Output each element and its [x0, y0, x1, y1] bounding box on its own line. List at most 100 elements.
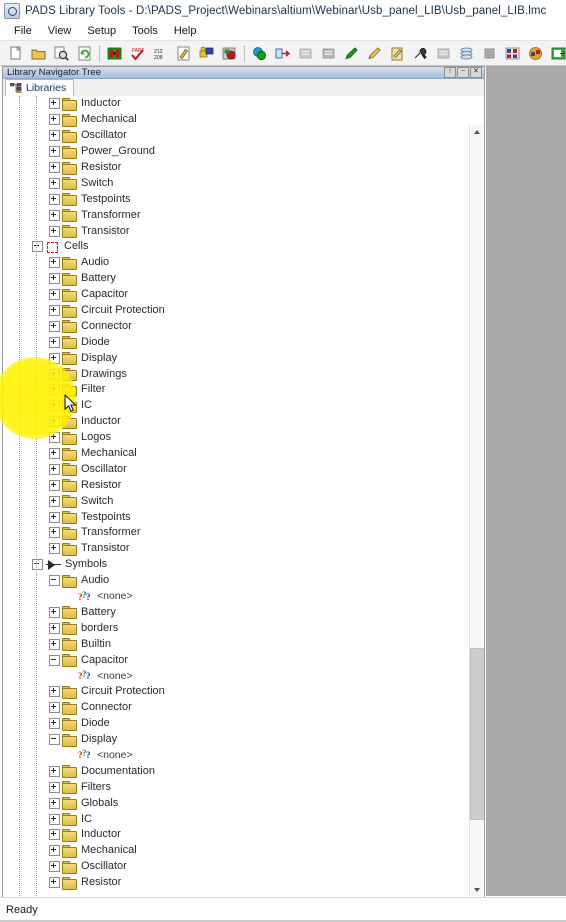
- expand-plus-icon[interactable]: [49, 543, 60, 555]
- tree-item-filter[interactable]: Filter: [3, 382, 470, 398]
- layers-button[interactable]: [456, 43, 477, 64]
- expand-plus-icon[interactable]: [49, 162, 60, 173]
- scroll-up-arrow[interactable]: [470, 125, 483, 138]
- pin-decal-button[interactable]: 212 208: [150, 43, 171, 64]
- expand-plus-icon[interactable]: [49, 114, 60, 126]
- tree-item-power-ground[interactable]: Power_Ground: [3, 144, 470, 160]
- yellow-pencil-button[interactable]: [364, 43, 385, 64]
- new-file-button[interactable]: [5, 43, 26, 64]
- clipboard-edit-button[interactable]: [387, 43, 408, 64]
- scrollbar-thumb[interactable]: [470, 648, 484, 821]
- tree-item-inductor[interactable]: Inductor: [3, 827, 470, 843]
- tree-item-transformer[interactable]: Transformer: [3, 525, 470, 541]
- export-green-button[interactable]: [548, 43, 566, 64]
- expand-plus-icon[interactable]: [49, 305, 60, 317]
- expand-plus-icon[interactable]: [49, 193, 60, 205]
- expand-plus-icon[interactable]: [49, 511, 60, 523]
- edit-part-button[interactable]: [173, 43, 194, 64]
- tree-item-switch[interactable]: Switch: [3, 175, 470, 191]
- tree-item-resistor[interactable]: Resistor: [3, 477, 470, 493]
- part-check-button[interactable]: PART: [127, 43, 148, 64]
- tree-item-testpoints[interactable]: Testpoints: [3, 509, 470, 525]
- expand-plus-icon[interactable]: [49, 177, 60, 189]
- tree-item-logos[interactable]: Logos: [3, 430, 470, 446]
- expand-plus-icon[interactable]: [49, 416, 60, 428]
- tree-item-connector[interactable]: Connector: [3, 700, 470, 716]
- expand-plus-icon[interactable]: [49, 877, 60, 889]
- tree-item-inductor[interactable]: Inductor: [3, 96, 470, 112]
- tree-item-transistor[interactable]: Transistor: [3, 541, 470, 557]
- refresh-button[interactable]: [74, 43, 95, 64]
- collapse-minus-icon[interactable]: [49, 654, 60, 666]
- tree-item-display[interactable]: Display: [3, 350, 470, 366]
- expand-plus-icon[interactable]: [49, 257, 60, 269]
- expand-plus-icon[interactable]: [49, 781, 60, 793]
- expand-plus-icon[interactable]: [49, 829, 60, 841]
- expand-plus-icon[interactable]: [49, 384, 60, 396]
- menu-item-tools[interactable]: Tools: [124, 24, 166, 38]
- expand-plus-icon[interactable]: [49, 320, 60, 332]
- tree-item-ic[interactable]: IC: [3, 398, 470, 414]
- menu-item-help[interactable]: Help: [166, 24, 205, 38]
- expand-plus-icon[interactable]: [49, 861, 60, 873]
- tree-item-resistor[interactable]: Resistor: [3, 875, 470, 891]
- tree-item-inductor[interactable]: Inductor: [3, 414, 470, 430]
- collapse-minus-icon[interactable]: [32, 241, 43, 253]
- expand-plus-icon[interactable]: [49, 432, 60, 444]
- expand-plus-icon[interactable]: [49, 130, 60, 142]
- tool-button[interactable]: [410, 43, 431, 64]
- expand-plus-icon[interactable]: [49, 400, 60, 412]
- copy-decal-button[interactable]: [295, 43, 316, 64]
- part-editor-button[interactable]: [219, 43, 240, 64]
- expand-plus-icon[interactable]: [49, 606, 60, 618]
- preview-button[interactable]: [51, 43, 72, 64]
- grid-button[interactable]: [479, 43, 500, 64]
- library-tree[interactable]: Inductor Mechanical Oscillator Power_Ground…: [3, 96, 470, 897]
- tree-item-capacitor[interactable]: Capacitor: [3, 287, 470, 303]
- expand-plus-icon[interactable]: [49, 638, 60, 650]
- green-pencil-button[interactable]: [341, 43, 362, 64]
- schematic-button[interactable]: [502, 43, 523, 64]
- expand-plus-icon[interactable]: [49, 209, 60, 221]
- expand-plus-icon[interactable]: [49, 273, 60, 285]
- expand-plus-icon[interactable]: [49, 702, 60, 714]
- tree-item-diode[interactable]: Diode: [3, 334, 470, 350]
- menu-item-setup[interactable]: Setup: [79, 24, 124, 38]
- expand-plus-icon[interactable]: [49, 686, 60, 698]
- expand-plus-icon[interactable]: [49, 352, 60, 364]
- tree-item-symbols[interactable]: Symbols: [3, 557, 470, 573]
- tree-item-globals[interactable]: Globals: [3, 795, 470, 811]
- pcb-decal-editor-button[interactable]: [104, 43, 125, 64]
- tree-item-audio[interactable]: Audio: [3, 573, 470, 589]
- scroll-down-arrow[interactable]: [470, 883, 483, 896]
- expand-plus-icon[interactable]: [49, 463, 60, 475]
- tree-vertical-scrollbar[interactable]: [469, 125, 484, 896]
- tree-item-cells[interactable]: Cells: [3, 239, 470, 255]
- tree-item-capacitor[interactable]: Capacitor: [3, 652, 470, 668]
- collapse-minus-icon[interactable]: [32, 559, 43, 571]
- open-file-button[interactable]: [28, 43, 49, 64]
- tree-item-drawings[interactable]: Drawings: [3, 366, 470, 382]
- expand-plus-icon[interactable]: [49, 765, 60, 777]
- expand-plus-icon[interactable]: [49, 289, 60, 301]
- tree-item-circuit-protection[interactable]: Circuit Protection: [3, 303, 470, 319]
- expand-plus-icon[interactable]: [49, 479, 60, 491]
- tree-item-battery[interactable]: Battery: [3, 605, 470, 621]
- tree-item-switch[interactable]: Switch: [3, 493, 470, 509]
- tree-item-filters[interactable]: Filters: [3, 779, 470, 795]
- expand-plus-icon[interactable]: [49, 845, 60, 857]
- menu-item-view[interactable]: View: [40, 24, 80, 38]
- panel-restore-button[interactable]: ↑: [444, 67, 456, 78]
- expand-plus-icon[interactable]: [49, 368, 60, 380]
- tree-item-none[interactable]: ??? <none>: [3, 748, 470, 764]
- expand-plus-icon[interactable]: [49, 797, 60, 809]
- expand-plus-icon[interactable]: [49, 448, 60, 460]
- expand-plus-icon[interactable]: [49, 622, 60, 634]
- tree-item-oscillator[interactable]: Oscillator: [3, 128, 470, 144]
- expand-plus-icon[interactable]: [49, 336, 60, 348]
- tree-item-audio[interactable]: Audio: [3, 255, 470, 271]
- tree-item-none[interactable]: ??? <none>: [3, 589, 470, 605]
- expand-plus-icon[interactable]: [49, 98, 60, 110]
- tree-item-documentation[interactable]: Documentation: [3, 763, 470, 779]
- panel-minimize-button[interactable]: −: [457, 67, 469, 78]
